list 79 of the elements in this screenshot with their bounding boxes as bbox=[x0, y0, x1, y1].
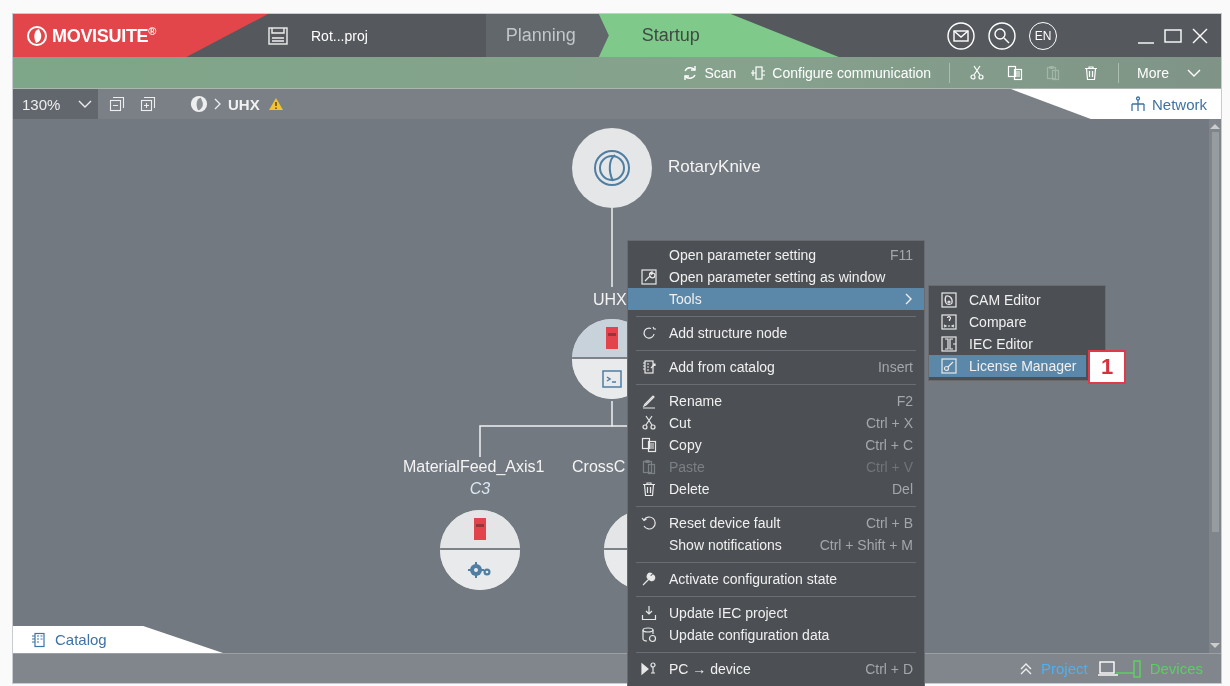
key-doc-icon bbox=[941, 358, 957, 374]
menu-item[interactable]: Copy Ctrl + C bbox=[628, 434, 924, 456]
node-label: UHX bbox=[593, 291, 627, 309]
menu-item[interactable]: Update configuration data bbox=[628, 624, 924, 646]
menu-item[interactable]: Compare bbox=[929, 311, 1086, 333]
node-label: MaterialFeed_Axis1 bbox=[403, 458, 545, 476]
search-icon[interactable] bbox=[988, 21, 1016, 50]
catalog-icon bbox=[31, 631, 47, 648]
menu-item[interactable]: Reset device fault Ctrl + B bbox=[628, 512, 924, 534]
cam-icon bbox=[941, 292, 957, 308]
catalog-icon bbox=[640, 359, 657, 375]
logo-icon bbox=[27, 25, 47, 46]
refresh-icon bbox=[682, 64, 699, 81]
expand-icon[interactable] bbox=[140, 96, 156, 112]
database-icon bbox=[640, 627, 657, 643]
clipboard-icon bbox=[640, 459, 657, 475]
workflow-tab[interactable]: Startup bbox=[598, 14, 839, 57]
pencil-icon bbox=[640, 393, 657, 409]
scroll-up-icon[interactable] bbox=[1210, 123, 1220, 129]
project-name: Rot...proj bbox=[311, 27, 368, 44]
menu-item[interactable]: Open parameter setting F11 bbox=[628, 244, 924, 266]
menu-item[interactable]: Add from catalog Insert bbox=[628, 356, 924, 378]
device-connection-icon bbox=[1097, 658, 1142, 679]
collapse-icon[interactable] bbox=[109, 96, 125, 112]
reset-icon bbox=[640, 515, 657, 531]
download-icon bbox=[640, 605, 657, 621]
menu-item[interactable]: Delete Del bbox=[628, 478, 924, 500]
zoom-dropdown[interactable]: 130% bbox=[13, 89, 98, 119]
copy-icon bbox=[640, 437, 657, 453]
mail-icon[interactable] bbox=[947, 21, 975, 50]
gears-icon bbox=[467, 561, 493, 579]
catalog-tab[interactable]: Catalog bbox=[13, 626, 223, 653]
trash-icon bbox=[1083, 64, 1100, 81]
menu-item[interactable]: Cut Ctrl + X bbox=[628, 412, 924, 434]
chevron-down-icon bbox=[78, 99, 92, 109]
callout-number: 1 bbox=[1088, 350, 1126, 384]
menu-item[interactable]: Add structure node bbox=[628, 322, 924, 344]
scissors-icon bbox=[969, 64, 986, 81]
save-icon[interactable] bbox=[268, 26, 288, 45]
app-name: MOVISUITE$^{®}$ bbox=[52, 24, 157, 47]
circle-arrow-icon bbox=[640, 325, 657, 341]
network-icon bbox=[1130, 96, 1146, 112]
copy-icon bbox=[1007, 64, 1024, 81]
scrollbar[interactable] bbox=[1209, 119, 1221, 653]
maximize-icon[interactable] bbox=[1164, 26, 1182, 45]
scroll-down-icon[interactable] bbox=[1210, 643, 1220, 649]
clipboard-icon bbox=[1045, 64, 1062, 81]
network-tab[interactable]: Network bbox=[1011, 89, 1221, 119]
menu-item[interactable]: PC → device Ctrl + D bbox=[628, 658, 924, 680]
menu-item[interactable]: Update IEC project bbox=[628, 602, 924, 624]
scissors-icon bbox=[640, 415, 657, 431]
chevron-right-icon bbox=[214, 98, 222, 110]
compare-icon bbox=[941, 314, 957, 330]
logo-icon[interactable] bbox=[190, 95, 208, 113]
drive-icon bbox=[606, 327, 618, 349]
device-node[interactable] bbox=[440, 510, 520, 590]
node-sublabel: C3 bbox=[468, 480, 492, 498]
menu-item[interactable]: Open parameter setting as window bbox=[628, 266, 924, 288]
breadcrumb-item[interactable]: UHX bbox=[228, 95, 260, 113]
chevron-down-icon bbox=[1187, 67, 1201, 78]
terminal-icon bbox=[601, 368, 623, 390]
double-chevron-up-icon[interactable] bbox=[1018, 661, 1033, 676]
wrench-icon bbox=[640, 571, 657, 587]
scroll-thumb[interactable] bbox=[1211, 132, 1219, 532]
logo-icon bbox=[592, 148, 632, 188]
trash-icon bbox=[640, 481, 657, 497]
node-label: RotaryKnive bbox=[668, 157, 761, 177]
drive-icon bbox=[474, 518, 486, 540]
close-icon[interactable] bbox=[1191, 26, 1209, 45]
menu-item[interactable]: Show notifications Ctrl + Shift + M bbox=[628, 534, 924, 556]
window-wrench-icon bbox=[640, 269, 657, 285]
menu-item[interactable]: Rename F2 bbox=[628, 390, 924, 412]
connector-icon bbox=[750, 64, 767, 81]
node-label: CrossC bbox=[572, 458, 626, 476]
bracket-icon bbox=[941, 336, 957, 352]
menu-item[interactable]: Activate configuration state bbox=[628, 568, 924, 590]
play-node-icon bbox=[640, 661, 657, 677]
menu-item[interactable]: CAM Editor bbox=[929, 289, 1086, 311]
menu-item[interactable]: IEC Editor bbox=[929, 333, 1086, 355]
